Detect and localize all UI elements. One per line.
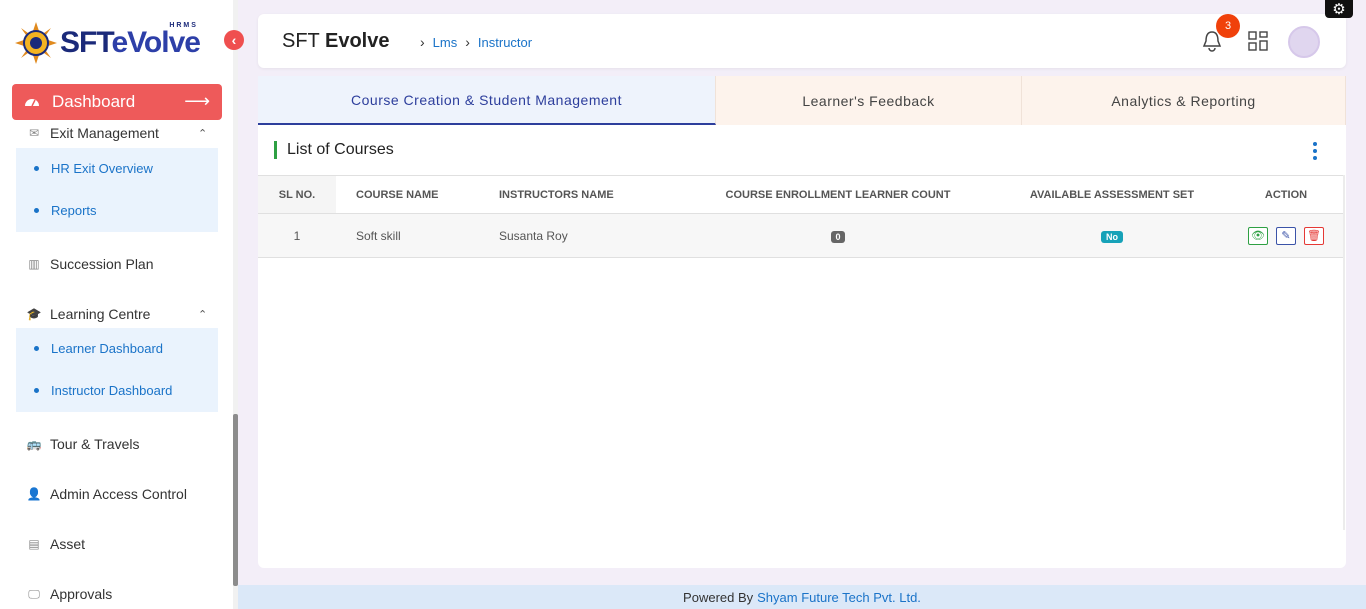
menu-approvals[interactable]: 🖵 Approvals: [26, 586, 112, 602]
monitor-icon: 🖵: [28, 586, 40, 601]
list-title: List of Courses: [274, 141, 394, 159]
submenu-instructor-dashboard-label: Instructor Dashboard: [51, 383, 173, 398]
courses-panel: List of Courses SL NO. COURSE NAME INSTR…: [258, 125, 1346, 568]
dashboard-label: Dashboard: [52, 92, 136, 111]
col-assessment-set[interactable]: AVAILABLE ASSESSMENT SET: [997, 175, 1227, 214]
breadcrumb: › Lms › Instructor: [412, 34, 532, 50]
submenu-instructor-dashboard[interactable]: Instructor Dashboard: [34, 383, 172, 398]
menu-succession-plan[interactable]: ▥ Succession Plan: [26, 256, 154, 272]
enrollment-count-badge: 0: [831, 230, 845, 243]
archive-icon: ▤: [28, 537, 40, 551]
submenu-learner-dashboard-label: Learner Dashboard: [51, 341, 164, 356]
submenu-reports[interactable]: Reports: [34, 203, 97, 218]
submenu-hr-exit-overview[interactable]: HR Exit Overview: [34, 161, 153, 176]
menu-learning-centre-label: Learning Centre: [50, 306, 151, 322]
apps-grid-icon[interactable]: [1248, 31, 1268, 51]
tab-learners-feedback[interactable]: Learner's Feedback: [716, 76, 1022, 125]
cell-instructor-name: Susanta Roy: [479, 213, 679, 258]
top-header: SFT Evolve › Lms › Instructor 3: [258, 14, 1346, 68]
submenu-hr-exit-overview-label: HR Exit Overview: [51, 161, 153, 176]
dashboard-button[interactable]: Dashboard ⟶: [12, 84, 222, 120]
graduation-cap-icon: 🎓: [26, 307, 42, 321]
chevron-left-icon: ‹: [231, 32, 237, 48]
menu-exit-management[interactable]: ✉ Exit Management ⌃: [26, 125, 207, 141]
menu-admin-access-control[interactable]: 👤 Admin Access Control: [26, 486, 187, 502]
chevron-up-icon: ⌃: [198, 308, 208, 321]
logo[interactable]: SFTeVolve HRMS: [14, 20, 224, 66]
delete-button[interactable]: 🗑: [1304, 226, 1324, 245]
logo-wordmark: SFTeVolve HRMS: [60, 22, 201, 59]
table-header-row: SL NO. COURSE NAME INSTRUCTORS NAME COUR…: [258, 175, 1345, 214]
settings-gear-icon[interactable]: ⚙: [1325, 0, 1353, 18]
col-action: ACTION: [1227, 175, 1345, 214]
view-button[interactable]: 👁: [1248, 226, 1268, 245]
col-enrollment-count[interactable]: COURSE ENROLLMENT LEARNER COUNT: [679, 175, 997, 214]
envelope-icon: ✉: [28, 126, 40, 140]
bus-icon: 🚌: [26, 437, 42, 451]
cell-course-name: Soft skill: [336, 213, 479, 258]
collapse-sidebar-button[interactable]: ‹: [224, 30, 244, 50]
footer-company-link[interactable]: Shyam Future Tech Pvt. Ltd.: [757, 590, 921, 605]
cell-actions: 👁 ✎ 🗑: [1227, 213, 1345, 258]
eye-icon: 👁: [1251, 230, 1265, 242]
dashboard-gauge-icon: [24, 94, 42, 110]
menu-exit-management-label: Exit Management: [50, 125, 159, 141]
tab-course-creation[interactable]: Course Creation & Student Management: [258, 76, 716, 125]
cell-assessment-set: No: [997, 213, 1227, 258]
submenu-reports-label: Reports: [51, 203, 97, 218]
menu-tour-travels[interactable]: 🚌 Tour & Travels: [26, 436, 140, 452]
user-icon: 👤: [26, 487, 42, 501]
menu-asset[interactable]: ▤ Asset: [26, 536, 85, 552]
notification-badge: 3: [1216, 14, 1240, 38]
table-row: 1 Soft skill Susanta Roy 0 No 👁 ✎ 🗑: [258, 213, 1345, 258]
arrow-right-icon: ⟶: [184, 91, 210, 111]
col-sl-no[interactable]: SL NO.: [258, 175, 336, 214]
sidebar: SFTeVolve HRMS Dashboard ⟶ ✉ Exit Manage…: [0, 0, 238, 609]
more-options-icon[interactable]: [1311, 142, 1319, 160]
submenu-learner-dashboard[interactable]: Learner Dashboard: [34, 341, 163, 356]
bar-chart-icon: ▥: [28, 257, 40, 271]
tab-bar: Course Creation & Student Management Lea…: [258, 76, 1346, 125]
chevron-right-icon: ›: [420, 34, 425, 50]
assessment-status-badge: No: [1101, 230, 1123, 243]
exit-management-submenu: HR Exit Overview Reports: [16, 148, 218, 232]
sidebar-scrollbar-thumb[interactable]: [233, 414, 238, 586]
app-title: SFT Evolve: [282, 30, 390, 52]
cell-sl-no: 1: [258, 213, 336, 258]
menu-succession-plan-label: Succession Plan: [50, 256, 154, 272]
edit-button[interactable]: ✎: [1276, 226, 1296, 245]
footer: Powered By Shyam Future Tech Pvt. Ltd.: [238, 585, 1366, 609]
bullet-icon: [34, 388, 39, 393]
menu-admin-access-label: Admin Access Control: [50, 486, 187, 502]
courses-table: SL NO. COURSE NAME INSTRUCTORS NAME COUR…: [258, 175, 1345, 258]
menu-tour-travels-label: Tour & Travels: [50, 436, 140, 452]
sun-logo-icon: [15, 22, 57, 64]
edit-icon: ✎: [1281, 230, 1291, 242]
cell-enrollment-count: 0: [679, 213, 997, 258]
table-scrollbar[interactable]: [1343, 175, 1345, 530]
chevron-right-icon: ›: [465, 34, 470, 50]
chevron-up-icon: ⌃: [198, 127, 208, 140]
avatar[interactable]: [1288, 26, 1320, 58]
tab-analytics-reporting[interactable]: Analytics & Reporting: [1022, 76, 1346, 125]
learning-centre-submenu: Learner Dashboard Instructor Dashboard: [16, 328, 218, 412]
breadcrumb-lms[interactable]: Lms: [433, 35, 458, 50]
menu-learning-centre[interactable]: 🎓 Learning Centre ⌃: [26, 306, 208, 322]
menu-asset-label: Asset: [50, 536, 86, 552]
bullet-icon: [34, 208, 39, 213]
col-course-name[interactable]: COURSE NAME: [336, 175, 479, 214]
col-instructors-name[interactable]: INSTRUCTORS NAME: [479, 175, 679, 214]
menu-approvals-label: Approvals: [50, 586, 113, 602]
bullet-icon: [34, 346, 39, 351]
footer-prefix: Powered By: [683, 589, 754, 605]
breadcrumb-instructor[interactable]: Instructor: [478, 35, 532, 50]
bullet-icon: [34, 166, 39, 171]
trash-icon: 🗑: [1307, 230, 1321, 242]
